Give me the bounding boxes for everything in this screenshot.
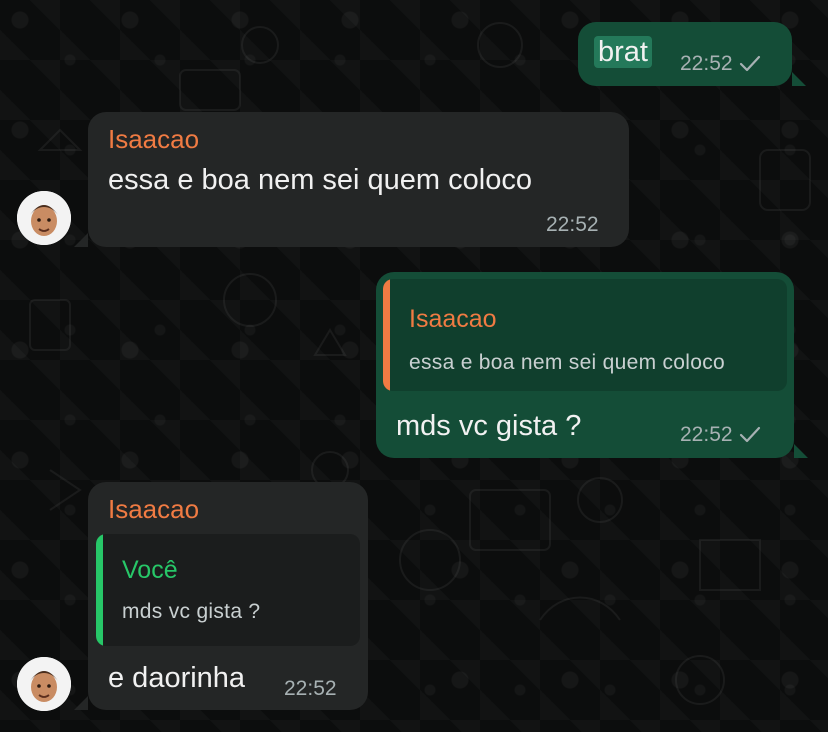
bubble-tail bbox=[74, 233, 88, 247]
quote-text: mds vc gista ? bbox=[122, 600, 261, 623]
message-meta: 22:52 bbox=[680, 52, 761, 76]
message-meta: 22:52 bbox=[284, 677, 337, 701]
user-face-icon bbox=[17, 191, 71, 245]
chat-background: brat 22:52 Isaacao essa e boa nem sei qu… bbox=[0, 0, 828, 732]
message-bubble-outgoing[interactable]: Isaacao essa e boa nem sei quem coloco m… bbox=[376, 272, 808, 458]
sender-name: Isaacao bbox=[108, 494, 200, 524]
sender-name: Isaacao bbox=[108, 124, 200, 154]
message-text: e daorinha bbox=[108, 662, 246, 694]
message-meta: 22:52 bbox=[546, 213, 599, 237]
avatar[interactable] bbox=[17, 657, 71, 711]
quoted-message[interactable]: Isaacao essa e boa nem sei quem coloco bbox=[383, 279, 787, 391]
message-time: 22:52 bbox=[680, 52, 733, 75]
message-text: essa e boa nem sei quem coloco bbox=[108, 164, 532, 196]
message-time: 22:52 bbox=[284, 677, 337, 700]
quote-author: Isaacao bbox=[409, 305, 497, 333]
message-time: 22:52 bbox=[680, 423, 733, 446]
avatar[interactable] bbox=[17, 191, 71, 245]
user-face-icon bbox=[17, 657, 71, 711]
quoted-message[interactable]: Você mds vc gista ? bbox=[96, 534, 360, 646]
message-text: brat bbox=[594, 36, 652, 68]
check-icon bbox=[739, 55, 760, 72]
quote-author: Você bbox=[122, 556, 178, 584]
bubble-tail bbox=[792, 72, 806, 86]
message-meta: 22:52 bbox=[680, 423, 761, 447]
message-bubble-incoming[interactable]: Isaacao essa e boa nem sei quem coloco 2… bbox=[74, 112, 629, 247]
check-icon bbox=[739, 426, 760, 443]
quote-accent-bar bbox=[383, 279, 390, 391]
bubble-tail bbox=[74, 696, 88, 710]
message-bubble-incoming[interactable]: Isaacao Você mds vc gista ? e daorinha 2… bbox=[74, 482, 368, 710]
message-text: mds vc gista ? bbox=[396, 410, 582, 442]
bubble-tail bbox=[794, 444, 808, 458]
message-bubble-outgoing[interactable]: brat 22:52 bbox=[578, 22, 806, 86]
quote-text: essa e boa nem sei quem coloco bbox=[409, 351, 726, 374]
message-time: 22:52 bbox=[546, 213, 599, 236]
quote-accent-bar bbox=[96, 534, 103, 646]
